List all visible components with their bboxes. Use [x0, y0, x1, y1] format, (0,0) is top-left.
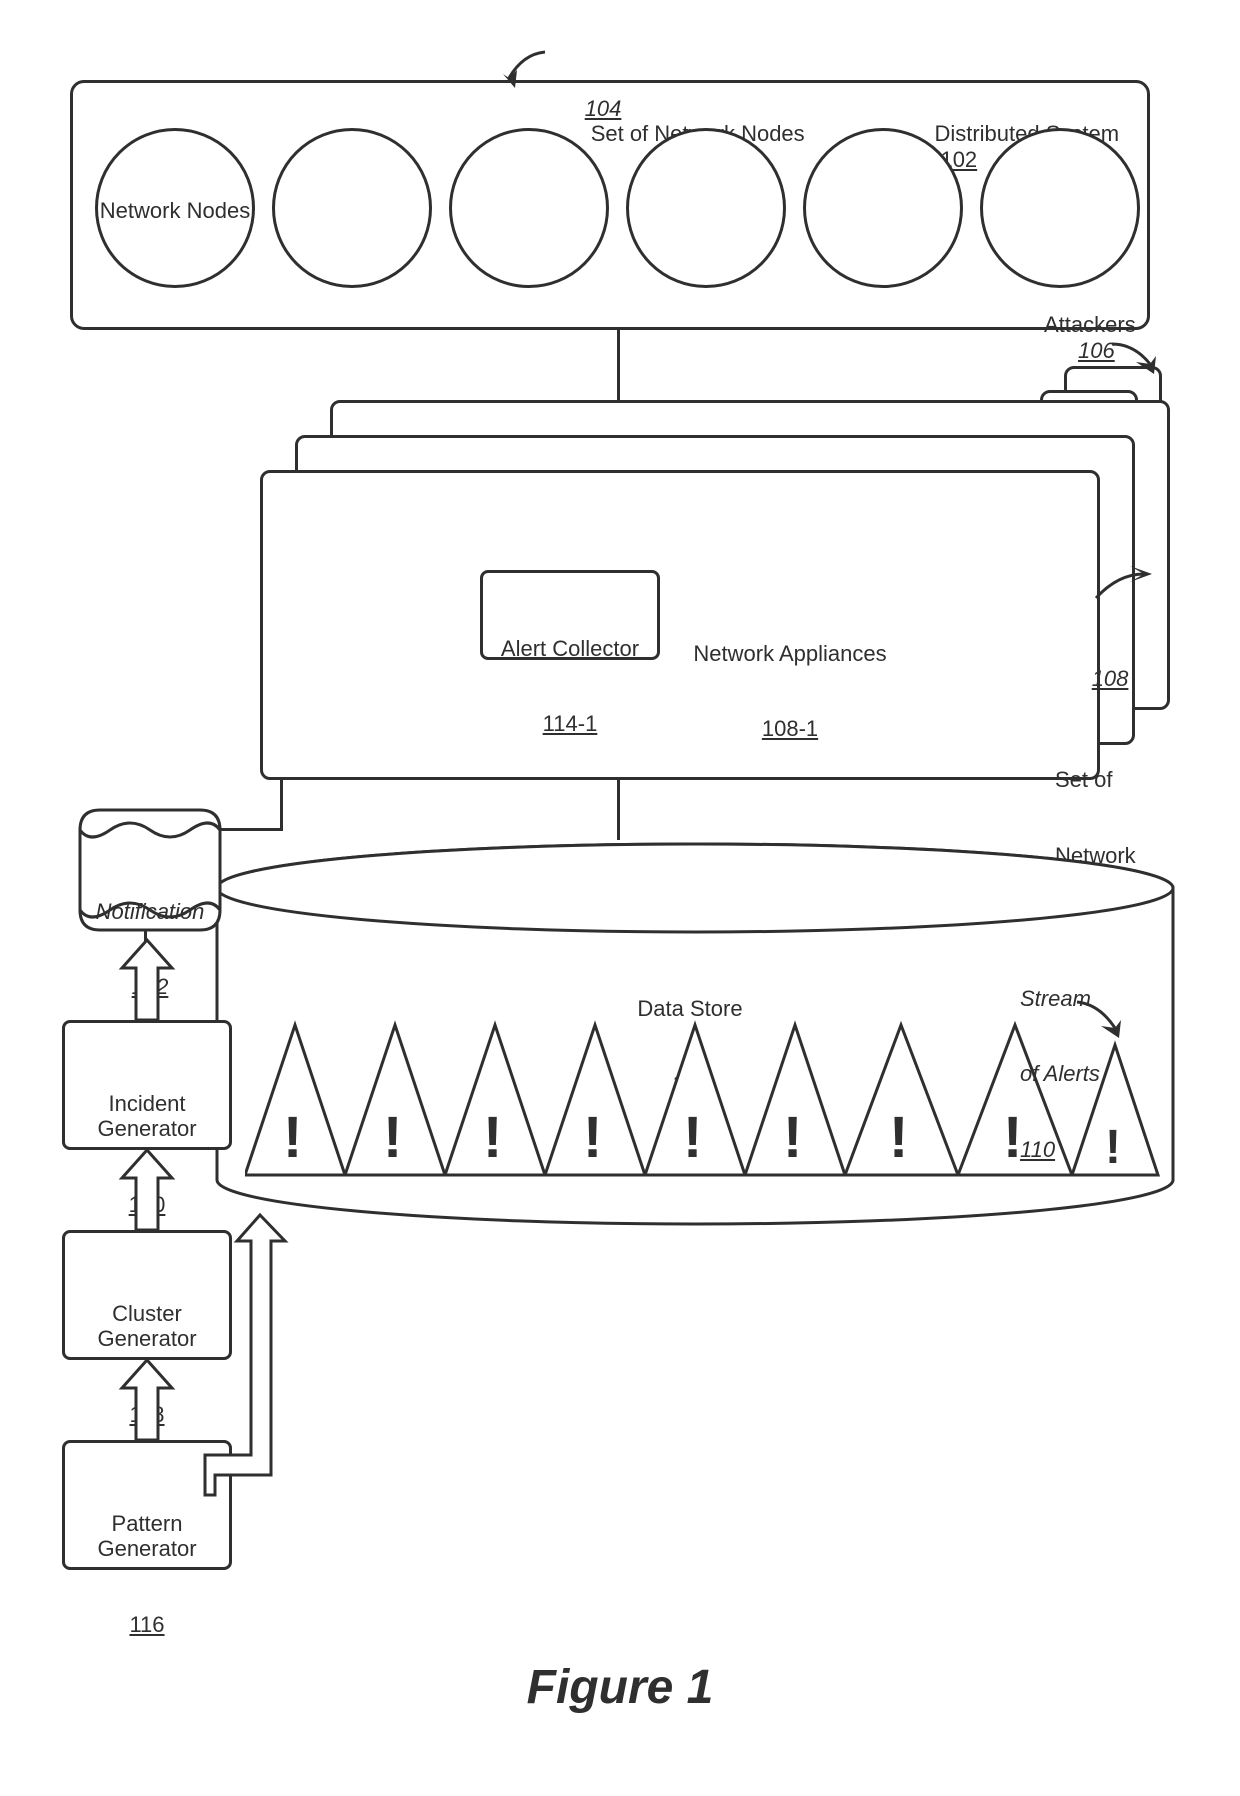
notification-title: Notification: [70, 899, 230, 924]
datastore-to-pattern-stub: [232, 1495, 252, 1498]
network-node-6: [980, 128, 1140, 288]
figure-canvas: Distributed System 102 104 Set of Networ…: [0, 0, 1240, 1796]
alert-exclam-5: !: [683, 1105, 702, 1172]
network-node-4: [626, 128, 786, 288]
callout-108-pointer: [1094, 570, 1154, 604]
ds-to-appliance-line: [617, 330, 620, 400]
stream-pointer: [1075, 1000, 1135, 1040]
alert-collector-title: Alert Collector: [480, 636, 660, 661]
stream-of-alerts-callout: Stream of Alerts 110: [1020, 935, 1100, 1213]
pattern-generator-ref: 116: [62, 1612, 232, 1637]
alert-exclam-2: !: [383, 1105, 402, 1172]
callout-108-line1: Set of: [1055, 767, 1163, 792]
network-appliance-1-ref: 108-1: [680, 716, 900, 741]
callout-104-ref: 104: [585, 96, 622, 121]
network-nodes-label: Network Nodes: [95, 198, 255, 223]
network-node-2: [272, 128, 432, 288]
network-appliance-1-label: Network Appliances 108-1: [680, 590, 900, 792]
pattern-generator-title: Pattern Generator: [62, 1511, 232, 1562]
appliance-to-incident-line-v: [280, 780, 283, 830]
alert-exclam-1: !: [283, 1105, 302, 1172]
arrow-cluster-to-incident: [122, 1150, 172, 1230]
alert-exclam-9: !: [1105, 1120, 1121, 1175]
attackers-title: Attackers: [1044, 312, 1136, 337]
stream-ref: 110: [1020, 1137, 1100, 1162]
incident-generator-title: Incident Generator: [62, 1091, 232, 1142]
callout-108-ref: 108: [1092, 666, 1129, 691]
alert-exclam-6: !: [783, 1105, 802, 1172]
arrow-pattern-to-cluster: [122, 1360, 172, 1440]
attackers-pointer: [1110, 340, 1160, 374]
alert-collector-ref: 114-1: [480, 711, 660, 736]
callout-104-pointer: [503, 48, 548, 88]
appliance-to-datastore-line: [617, 780, 620, 840]
alert-collector-label: Alert Collector 114-1: [480, 585, 660, 787]
alert-exclam-3: !: [483, 1105, 502, 1172]
alert-exclam-4: !: [583, 1105, 602, 1172]
arrow-incident-to-notification: [122, 940, 172, 1020]
alert-exclam-7: !: [889, 1105, 908, 1172]
network-appliance-1-title: Network Appliances: [680, 641, 900, 666]
figure-caption: Figure 1: [0, 1660, 1240, 1715]
network-node-5: [803, 128, 963, 288]
network-node-3: [449, 128, 609, 288]
stream-line2: of Alerts: [1020, 1061, 1100, 1086]
arrow-datastore-to-pattern: [205, 1215, 285, 1505]
